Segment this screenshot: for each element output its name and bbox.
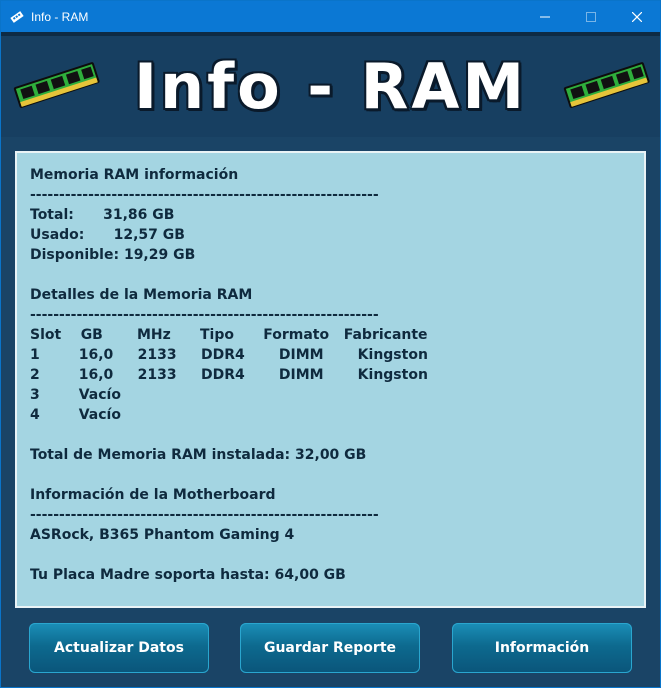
report-line: Usado: 12,57 GB: [30, 227, 185, 243]
report-line: Detalles de la Memoria RAM: [30, 287, 253, 303]
maximize-button[interactable]: [568, 1, 614, 32]
report-line: Disponible: 19,29 GB: [30, 247, 196, 263]
ram-module-icon: [9, 9, 25, 25]
close-button[interactable]: [614, 1, 660, 32]
refresh-data-button[interactable]: Actualizar Datos: [29, 623, 209, 673]
report-line: 1 16,0 2133 DDR4 DIMM Kingston: [30, 347, 428, 363]
report-line: [30, 265, 644, 285]
title-bar[interactable]: Info - RAM: [1, 1, 660, 32]
minimize-icon: [540, 16, 550, 17]
report-line: ----------------------------------------…: [30, 187, 379, 203]
report-line: 3 Vacío: [30, 387, 121, 403]
close-icon: [632, 11, 642, 22]
report-line: ----------------------------------------…: [30, 507, 379, 523]
report-line: Slot GB MHz Tipo Formato Fabricante: [30, 327, 428, 343]
ram-report-textbox[interactable]: Memoria RAM información ----------------…: [15, 151, 646, 608]
report-line: Total de Memoria RAM instalada: 32,00 GB: [30, 447, 367, 463]
report-line: Tu Placa Madre soporta hasta: 64,00 GB: [30, 567, 346, 583]
minimize-button[interactable]: [522, 1, 568, 32]
report-line: Total: 31,86 GB: [30, 207, 175, 223]
report-line: ----------------------------------------…: [30, 307, 379, 323]
report-line: ASRock, B365 Phantom Gaming 4: [30, 527, 295, 543]
app-window: Info - RAM Info - RAM Memoria RAM inform…: [0, 0, 661, 688]
maximize-icon: [586, 11, 596, 22]
window-title: Info - RAM: [31, 9, 89, 24]
save-report-button[interactable]: Guardar Reporte: [240, 623, 420, 673]
report-line: [30, 545, 644, 565]
report-line: 4 Vacío: [30, 407, 121, 423]
report-line: [30, 425, 644, 445]
header-banner: Info - RAM: [1, 32, 660, 137]
report-line: Memoria RAM información: [30, 167, 239, 183]
banner-title: Info - RAM: [133, 50, 528, 123]
info-button[interactable]: Información: [452, 623, 632, 673]
ram-module-icon: [563, 62, 650, 108]
action-buttons: Actualizar Datos Guardar Reporte Informa…: [1, 623, 660, 673]
ram-module-icon: [13, 62, 100, 108]
report-line: 2 16,0 2133 DDR4 DIMM Kingston: [30, 367, 428, 383]
report-line: [30, 465, 644, 485]
report-line: Información de la Motherboard: [30, 487, 276, 503]
